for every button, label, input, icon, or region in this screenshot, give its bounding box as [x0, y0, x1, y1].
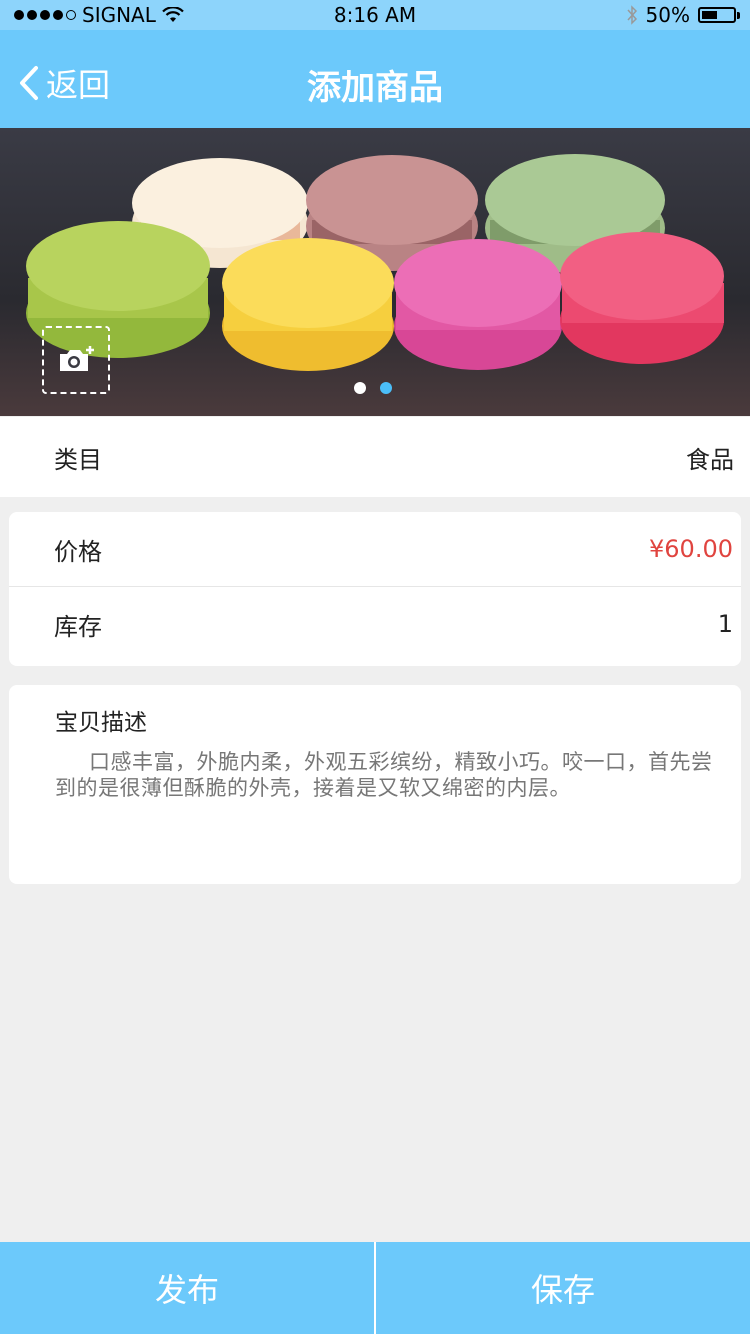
product-photo	[0, 128, 750, 416]
back-button[interactable]: 返回	[18, 60, 110, 106]
stock-label: 库存	[54, 612, 102, 641]
bottom-action-bar: 发布 保存	[0, 1242, 750, 1334]
price-value: ¥60.00	[649, 535, 733, 563]
macaron-pink	[394, 239, 562, 370]
bluetooth-icon	[626, 5, 637, 25]
page-title: 添加商品	[307, 68, 443, 108]
category-value: 食品	[686, 445, 734, 474]
battery-icon	[698, 7, 740, 23]
description-text[interactable]: 口感丰富，外脆内柔，外观五彩缤纷，精致小巧。咬一口，首先尝到的是很薄但酥脆的外壳…	[55, 749, 719, 801]
price-stock-card: 价格 ¥60.00 库存 1	[9, 512, 741, 666]
camera-add-icon	[60, 346, 94, 371]
back-chevron-icon	[20, 66, 38, 100]
pager-dot[interactable]	[354, 382, 366, 394]
product-image-carousel[interactable]	[0, 128, 750, 416]
status-bar: SIGNAL 8:16 AM 50%	[0, 0, 750, 30]
stock-row[interactable]: 库存 1	[9, 587, 741, 661]
category-row[interactable]: 类目 食品	[0, 417, 750, 497]
description-card[interactable]: 宝贝描述 口感丰富，外脆内柔，外观五彩缤纷，精致小巧。咬一口，首先尝到的是很薄但…	[9, 685, 741, 884]
description-title: 宝贝描述	[55, 710, 147, 736]
macaron-red	[560, 232, 724, 364]
stock-value: 1	[717, 610, 733, 638]
back-label: 返回	[46, 66, 111, 104]
battery-percent: 50%	[645, 3, 690, 27]
category-label: 类目	[54, 445, 102, 474]
price-row[interactable]: 价格 ¥60.00	[9, 512, 741, 586]
pager-dot[interactable]	[380, 382, 392, 394]
macaron-yellow	[222, 238, 394, 371]
status-right: 50%	[626, 3, 740, 27]
nav-bar: 返回 添加商品	[0, 30, 750, 128]
save-button[interactable]: 保存	[376, 1242, 750, 1334]
add-photo-button[interactable]	[42, 326, 110, 394]
price-label: 价格	[54, 537, 102, 566]
carousel-pager	[354, 382, 392, 394]
publish-button[interactable]: 发布	[0, 1242, 374, 1334]
